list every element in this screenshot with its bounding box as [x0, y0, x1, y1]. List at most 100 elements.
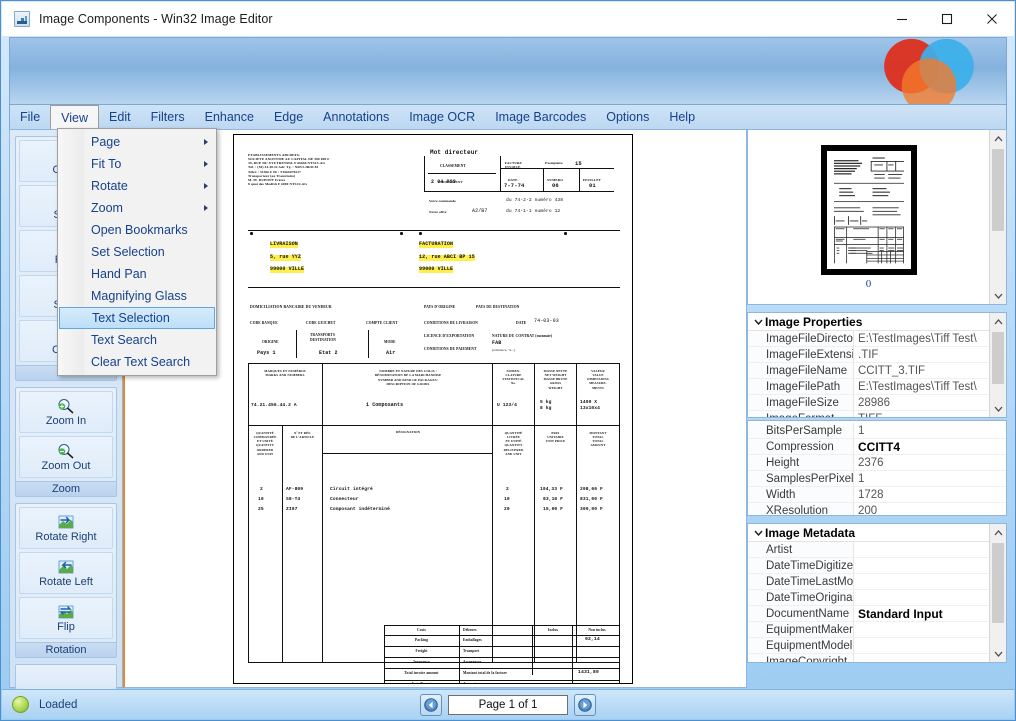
flip-icon — [58, 605, 74, 618]
menu-enhance[interactable]: Enhance — [195, 105, 264, 129]
table-row[interactable]: Height 2376 — [748, 455, 1006, 471]
toolbar-flip-button[interactable]: Flip — [19, 597, 113, 639]
menu-item-page[interactable]: Page — [58, 131, 216, 153]
scroll-up-arrow-icon[interactable] — [990, 524, 1006, 541]
property-value: .TIF — [854, 347, 989, 363]
doc-pays-destination-label: PAYS DE DESTINATION — [476, 305, 520, 309]
doc-items-h2: Nº ET RÉF. DE L'ARTICLE — [290, 431, 315, 440]
property-value: E:\TestImages\Tiff Test\ — [854, 379, 989, 395]
menu-item-text-selection[interactable]: Text Selection — [59, 307, 215, 329]
image-properties-detail-pane: BitsPerSample 1 Compression CCITT4 Heigh… — [747, 420, 1007, 516]
table-row[interactable]: SamplesPerPixel 1 — [748, 471, 1006, 487]
table-row[interactable]: XResolution 200 — [748, 503, 1006, 515]
document-page[interactable]: ETABLISSEMENTS ABCDEFG SOCIETE ANONYME A… — [233, 134, 633, 684]
table-row[interactable]: Artist — [748, 542, 989, 558]
menu-edge[interactable]: Edge — [264, 105, 313, 129]
table-row[interactable]: ImageFileExtension .TIF — [748, 347, 989, 363]
table-row[interactable]: ImageFilePath E:\TestImages\Tiff Test\ — [748, 379, 989, 395]
table-row[interactable]: DocumentName Standard Input — [748, 606, 989, 622]
table-row[interactable]: ImageFileSize 28986 — [748, 395, 989, 411]
doc-goods-value: 1 Composants — [366, 402, 404, 408]
doc-bank-col3: COMPTE CLIENT — [366, 321, 398, 325]
menu-item-zoom[interactable]: Zoom — [58, 197, 216, 219]
table-row[interactable]: DateTimeDigitized — [748, 558, 989, 574]
scroll-up-arrow-icon[interactable] — [990, 130, 1006, 147]
menu-image-ocr[interactable]: Image OCR — [399, 105, 485, 129]
menu-bar: File View Edit Filters Enhance Edge Anno… — [9, 105, 1007, 129]
table-row[interactable]: ImageFileName CCITT_3.TIF — [748, 363, 989, 379]
chevron-down-icon[interactable] — [751, 530, 765, 536]
property-name: ImageFormat — [748, 411, 854, 417]
table-row[interactable]: ImageCopyright — [748, 654, 989, 662]
chevron-down-icon[interactable] — [751, 319, 765, 325]
property-value: CCITT_3.TIF — [854, 363, 989, 379]
toolbar-zoom-out-button[interactable]: Zoom Out — [19, 436, 113, 478]
close-button[interactable] — [969, 2, 1014, 36]
thumbnail-page-0[interactable] — [820, 144, 917, 275]
maximize-button[interactable] — [924, 2, 969, 36]
thumbnail-pane: 0 — [747, 129, 1007, 305]
scroll-up-arrow-icon[interactable] — [990, 313, 1006, 330]
submenu-arrow-icon — [204, 205, 208, 211]
menu-item-text-search[interactable]: Text Search — [58, 329, 216, 351]
menu-view[interactable]: View — [50, 105, 100, 129]
menu-item-open-bookmarks[interactable]: Open Bookmarks — [58, 219, 216, 241]
table-row[interactable]: DateTimeLastModif — [748, 574, 989, 590]
doc-billing-line2: 99000 VILLE — [419, 266, 454, 273]
menu-item-hand-pan[interactable]: Hand Pan — [58, 263, 216, 285]
menu-item-fit-to[interactable]: Fit To — [58, 153, 216, 175]
thumbnail-scrollbar[interactable] — [989, 130, 1006, 304]
toolbar-zoom-in-button[interactable]: Zoom In — [19, 391, 113, 433]
doc-mode-label: MODE — [384, 340, 396, 344]
toolbar-zoom-out-label: Zoom Out — [41, 459, 91, 472]
table-row[interactable]: ImageFileDirectory E:\TestImages\Tiff Te… — [748, 331, 989, 347]
next-page-button[interactable] — [574, 693, 596, 716]
page-indicator[interactable]: Page 1 of 1 — [448, 694, 568, 715]
property-name: Compression — [748, 439, 854, 455]
maximize-icon — [941, 13, 952, 25]
table-row[interactable]: DateTimeOriginal — [748, 590, 989, 606]
status-text: Loaded — [39, 698, 78, 711]
image-properties-header[interactable]: Image Properties — [748, 313, 1006, 331]
table-row[interactable]: ImageFormat TIFF — [748, 411, 989, 417]
image-metadata-scrollbar[interactable] — [989, 524, 1006, 662]
menu-image-barcodes[interactable]: Image Barcodes — [485, 105, 596, 129]
menu-item-magnifying-glass[interactable]: Magnifying Glass — [58, 285, 216, 307]
menu-item-rotate[interactable]: Rotate — [58, 175, 216, 197]
scroll-thumb[interactable] — [992, 149, 1004, 231]
menu-edit[interactable]: Edit — [99, 105, 141, 129]
image-properties-scrollbar[interactable] — [989, 313, 1006, 417]
doc-total-fr-2: Transport — [463, 649, 480, 653]
scroll-down-arrow-icon[interactable] — [990, 400, 1006, 417]
toolbar-rotate-right-button[interactable]: Rotate Right — [19, 507, 113, 549]
table-row[interactable]: Width 1728 — [748, 487, 1006, 503]
view-menu-dropdown: Page Fit To Rotate Zoom Open Bookmarks S… — [57, 128, 217, 376]
scroll-thumb[interactable] — [992, 543, 1004, 623]
doc-goods-h3: NOMEN- CLATURE STATISTICAL No. — [502, 369, 525, 386]
scroll-down-arrow-icon[interactable] — [990, 287, 1006, 304]
doc-bank-col2: CODE GUICHET — [306, 321, 336, 325]
image-metadata-header[interactable]: Image Metadata — [748, 524, 1006, 542]
minimize-button[interactable] — [879, 2, 924, 36]
doc-items-h6: MONTANT TOTAL TOTAL AMOUNT — [589, 431, 607, 448]
menu-item-clear-text-search[interactable]: Clear Text Search — [58, 351, 216, 373]
toolbar-group-zoom: Zoom In Zoom Out Zoom — [15, 387, 117, 497]
thumbnail-page-label: 0 — [865, 277, 872, 290]
menu-filters[interactable]: Filters — [141, 105, 195, 129]
menu-options[interactable]: Options — [596, 105, 659, 129]
menu-file[interactable]: File — [10, 105, 50, 129]
menu-annotations[interactable]: Annotations — [313, 105, 399, 129]
property-name: BitsPerSample — [748, 423, 854, 439]
table-row[interactable]: BitsPerSample 1 — [748, 423, 1006, 439]
menu-item-set-selection[interactable]: Set Selection — [58, 241, 216, 263]
table-row[interactable]: EquipmentMaker — [748, 622, 989, 638]
scroll-thumb[interactable] — [992, 332, 1004, 384]
toolbar-rotate-left-button[interactable]: Rotate Left — [19, 552, 113, 594]
scroll-down-arrow-icon[interactable] — [990, 645, 1006, 662]
menu-help[interactable]: Help — [659, 105, 705, 129]
doc-total-fr-4: Montant total de la facture — [463, 671, 507, 675]
table-row[interactable]: EquipmentModel — [748, 638, 989, 654]
doc-licence-label: LICENCE D'EXPORTATION — [424, 334, 475, 338]
previous-page-button[interactable] — [420, 693, 442, 716]
table-row[interactable]: Compression CCITT4 — [748, 439, 1006, 455]
